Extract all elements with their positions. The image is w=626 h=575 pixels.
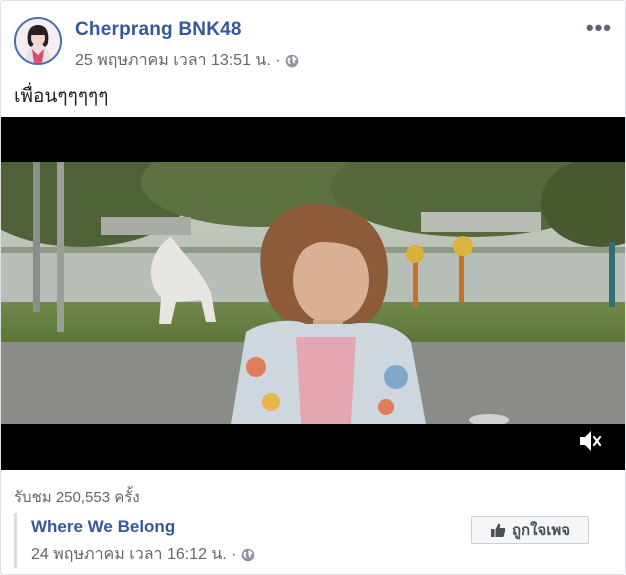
video-player[interactable]	[1, 117, 625, 470]
post-text: เพื่อนๆๆๆๆๆ	[14, 86, 109, 107]
speaker-muted-icon[interactable]	[577, 428, 603, 454]
globe-icon[interactable]	[241, 548, 255, 562]
thumbs-up-icon	[490, 523, 506, 537]
post-meta: 25 พฤษภาคม เวลา 13:51 น. ·	[75, 48, 299, 73]
avatar[interactable]	[14, 17, 62, 65]
video-frame	[1, 162, 625, 424]
avatar-image	[16, 19, 60, 63]
globe-icon[interactable]	[285, 54, 299, 68]
post-header: Cherprang BNK48 25 พฤษภาคม เวลา 13:51 น.…	[14, 17, 612, 69]
page-timestamp[interactable]: 24 พฤษภาคม เวลา 16:12 น. ·	[31, 542, 237, 567]
post-card: Cherprang BNK48 25 พฤษภาคม เวลา 13:51 น.…	[0, 0, 626, 575]
page-meta: 24 พฤษภาคม เวลา 16:12 น. ·	[31, 542, 255, 567]
post-timestamp[interactable]: 25 พฤษภาคม เวลา 13:51 น. ·	[75, 48, 281, 73]
author-name[interactable]: Cherprang BNK48	[75, 19, 242, 41]
shared-page-attribution: Where We Belong 24 พฤษภาคม เวลา 16:12 น.…	[14, 513, 615, 568]
like-page-label: ถูกใจเพจ	[511, 522, 571, 539]
view-count: รับชม 250,553 ครั้ง	[14, 489, 140, 506]
like-page-button[interactable]: ถูกใจเพจ	[471, 516, 589, 544]
more-options-icon[interactable]: •••	[586, 17, 612, 39]
page-name[interactable]: Where We Belong	[31, 517, 175, 537]
